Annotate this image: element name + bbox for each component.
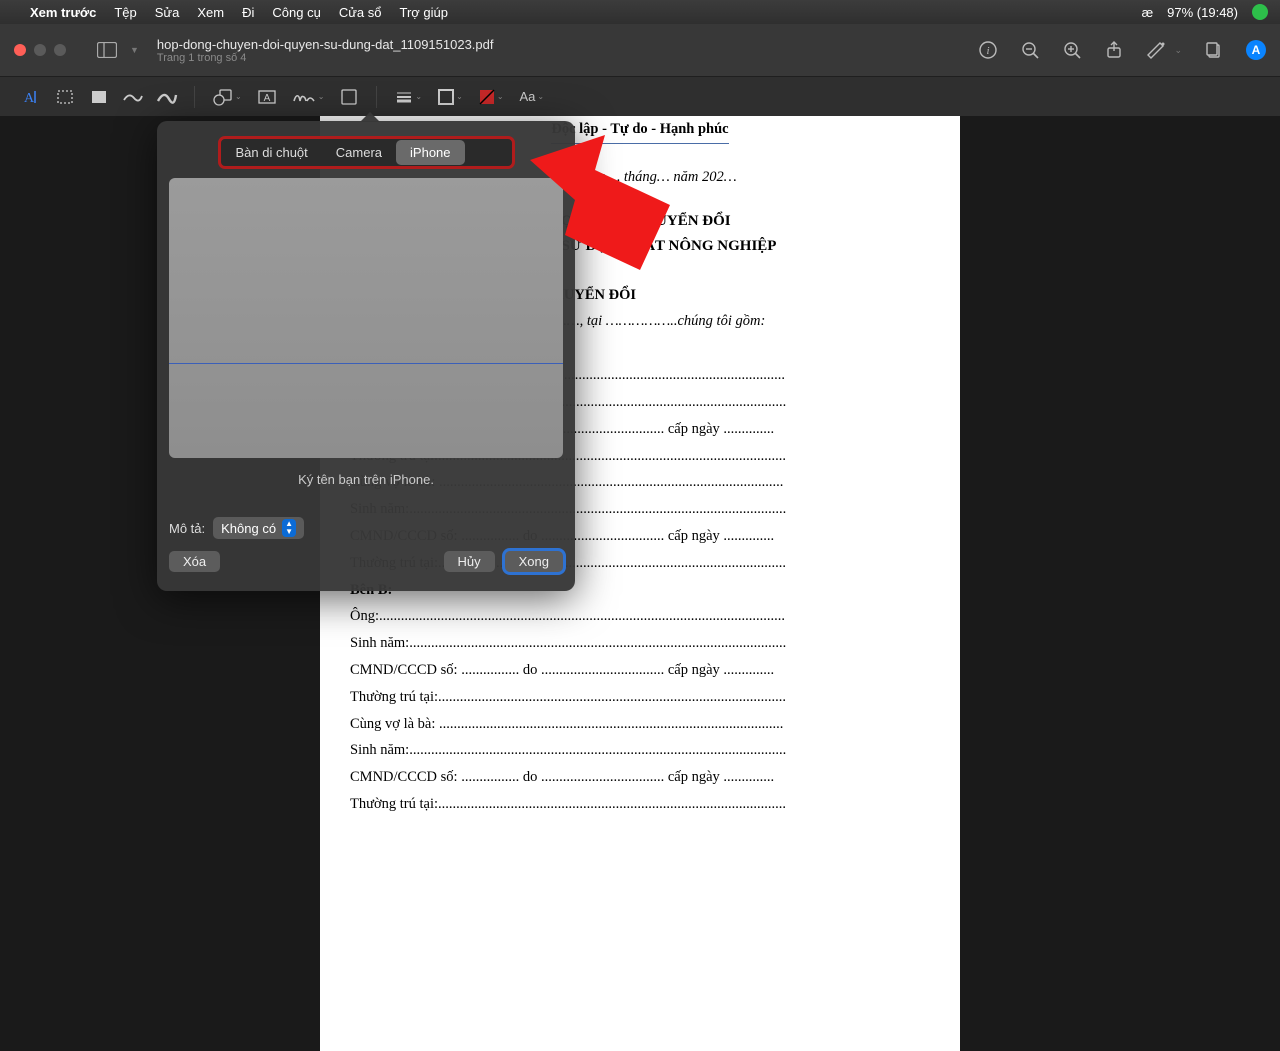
- chevron-down-icon: ⌄: [235, 92, 242, 101]
- markup-dropdown-icon[interactable]: ⌄: [1174, 45, 1182, 56]
- menu-go[interactable]: Đi: [242, 5, 254, 20]
- info-button[interactable]: i: [978, 40, 998, 60]
- markup-button[interactable]: [1146, 40, 1166, 60]
- doc-motto: Độc lập - Tự do - Hạnh phúc: [551, 116, 728, 144]
- doc-field: Ông:....................................…: [350, 603, 930, 630]
- menu-view[interactable]: Xem: [197, 5, 224, 20]
- menu-edit[interactable]: Sửa: [155, 5, 180, 20]
- menu-file[interactable]: Tệp: [114, 5, 136, 20]
- description-label: Mô tả:: [169, 521, 205, 536]
- svg-text:A: A: [24, 91, 35, 106]
- window-close-button[interactable]: [14, 44, 26, 56]
- chevron-down-icon: ⌄: [318, 92, 325, 101]
- zoom-in-button[interactable]: [1062, 40, 1082, 60]
- page-info: Trang 1 trong số 4: [157, 52, 967, 64]
- segment-iphone[interactable]: iPhone: [396, 140, 464, 165]
- signature-source-segmented: Bàn di chuột Camera iPhone: [219, 137, 514, 168]
- markup-toolbar: A ⌄ A ⌄ ⌄ ⌄ ⌄ Aa⌄: [0, 76, 1280, 116]
- fill-color-tool[interactable]: ⌄: [473, 89, 510, 105]
- share-button[interactable]: [1104, 40, 1124, 60]
- doc-field: CMND/CCCD số: ................ do ......…: [350, 764, 930, 791]
- doc-field: Thường trú tại:.........................…: [350, 791, 930, 818]
- sketch-tool[interactable]: [118, 83, 148, 111]
- border-color-tool[interactable]: ⌄: [432, 89, 469, 105]
- window-minimize-button[interactable]: [34, 44, 46, 56]
- doc-field: Cùng vợ là bà: .........................…: [350, 711, 930, 738]
- window-maximize-button[interactable]: [54, 44, 66, 56]
- chevron-down-icon: ⌄: [456, 92, 463, 101]
- delete-button[interactable]: Xóa: [169, 551, 220, 572]
- menubar: Xem trước Tệp Sửa Xem Đi Công cụ Cửa sổ …: [0, 0, 1280, 24]
- redact-tool[interactable]: [84, 83, 114, 111]
- chevron-down-icon: ⌄: [537, 92, 544, 101]
- signature-baseline: [169, 363, 563, 364]
- select-stepper-icon: ▲▼: [282, 519, 296, 537]
- font-style-tool[interactable]: Aa⌄: [514, 89, 551, 104]
- svg-text:A: A: [263, 93, 270, 104]
- sign-tool[interactable]: ⌄: [286, 88, 331, 106]
- line-style-tool[interactable]: ⌄: [389, 90, 428, 104]
- segment-camera[interactable]: Camera: [322, 140, 396, 165]
- menu-window[interactable]: Cửa sổ: [339, 5, 382, 20]
- app-menu[interactable]: Xem trước: [30, 5, 96, 20]
- draw-tool[interactable]: [152, 83, 182, 111]
- cancel-button[interactable]: Hủy: [444, 551, 495, 572]
- doc-field: Sinh năm:...............................…: [350, 630, 930, 657]
- window-titlebar: ▼ hop-dong-chuyen-doi-quyen-su-dung-dat_…: [0, 24, 1280, 76]
- user-avatar[interactable]: A: [1246, 40, 1266, 60]
- line-app-icon[interactable]: [1252, 4, 1268, 20]
- menu-help[interactable]: Trợ giúp: [399, 5, 448, 20]
- chevron-down-icon: ⌄: [497, 92, 504, 101]
- doc-field: Thường trú tại:.........................…: [350, 684, 930, 711]
- document-filename: hop-dong-chuyen-doi-quyen-su-dung-dat_11…: [157, 37, 967, 52]
- rect-select-tool[interactable]: [50, 83, 80, 111]
- doc-field: Sinh năm:...............................…: [350, 737, 930, 764]
- toolbar-separator: [376, 86, 377, 108]
- done-button[interactable]: Xong: [505, 551, 563, 572]
- sidebar-toggle-button[interactable]: [92, 38, 122, 62]
- zoom-out-button[interactable]: [1020, 40, 1040, 60]
- note-tool[interactable]: [334, 83, 364, 111]
- shapes-tool[interactable]: ⌄: [207, 88, 248, 106]
- description-select[interactable]: Không có ▲▼: [213, 517, 304, 539]
- signature-hint: Ký tên bạn trên iPhone.: [169, 472, 563, 487]
- battery-status[interactable]: 97% (19:48): [1167, 5, 1238, 20]
- toolbar-separator: [194, 86, 195, 108]
- menu-tools[interactable]: Công cụ: [272, 5, 320, 20]
- description-value: Không có: [221, 521, 276, 536]
- status-ae-icon[interactable]: æ: [1142, 5, 1154, 20]
- doc-field: CMND/CCCD số: ................ do ......…: [350, 657, 930, 684]
- signature-popover: Bàn di chuột Camera iPhone Ký tên bạn tr…: [157, 121, 575, 591]
- font-label: Aa: [520, 89, 536, 104]
- segment-trackpad[interactable]: Bàn di chuột: [222, 140, 322, 165]
- text-select-tool[interactable]: A: [16, 83, 46, 111]
- svg-text:i: i: [987, 45, 990, 57]
- chevron-down-icon: ⌄: [415, 92, 422, 101]
- text-box-tool[interactable]: A: [252, 83, 282, 111]
- rotate-button[interactable]: [1204, 40, 1224, 60]
- sidebar-dropdown-icon[interactable]: ▼: [130, 45, 139, 55]
- signature-canvas[interactable]: [169, 178, 563, 458]
